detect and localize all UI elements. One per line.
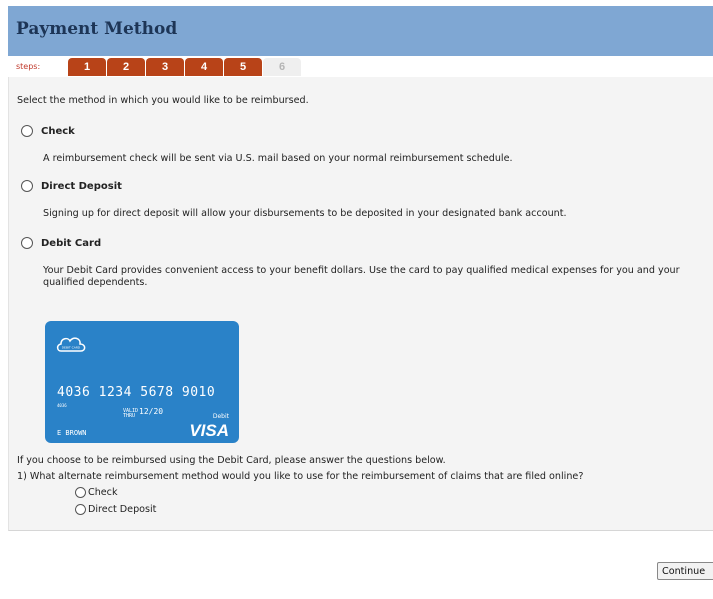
card-logo-text: DEBIT CARD [62, 346, 81, 350]
alt-check-radio[interactable] [75, 487, 86, 498]
alt-check-option[interactable]: Check [75, 487, 118, 498]
card-type: Debit [212, 413, 229, 420]
debit-card-description: Your Debit Card provides convenient acce… [43, 265, 680, 288]
visa-logo: VISA [189, 421, 229, 440]
check-description: A reimbursement check will be sent via U… [43, 153, 513, 164]
page-header: Payment Method [8, 6, 713, 56]
alt-check-label: Check [88, 487, 118, 498]
debit-card-label: Debit Card [41, 237, 102, 249]
step-3[interactable]: 3 [146, 58, 184, 76]
alt-direct-deposit-label: Direct Deposit [88, 504, 157, 515]
card-expiry: 12/20 [139, 407, 164, 416]
direct-deposit-description: Signing up for direct deposit will allow… [43, 208, 567, 219]
card-holder-name: E BROWN [57, 429, 87, 437]
payment-method-panel: Select the method in which you would lik… [8, 77, 713, 531]
debit-card-option[interactable]: Debit Card [21, 237, 101, 249]
direct-deposit-label: Direct Deposit [41, 180, 122, 192]
step-6: 6 [263, 58, 301, 76]
debit-card-image: DEBIT CARD 4036 1234 5678 9010 4036 VALI… [45, 321, 239, 443]
check-option[interactable]: Check [21, 125, 75, 137]
steps-bar: steps: 1 2 3 4 5 6 [8, 56, 713, 76]
step-1[interactable]: 1 [68, 58, 106, 76]
check-label: Check [41, 125, 75, 137]
continue-button[interactable]: Continue [657, 562, 713, 580]
debit-card-note: If you choose to be reimbursed using the… [17, 455, 446, 466]
page-title: Payment Method [16, 19, 178, 39]
card-valid-label: VALID THRU [123, 408, 139, 419]
intro-text: Select the method in which you would lik… [17, 95, 309, 106]
step-2[interactable]: 2 [107, 58, 145, 76]
steps-label: steps: [16, 62, 41, 71]
alternate-method-question: 1) What alternate reimbursement method w… [17, 471, 584, 482]
direct-deposit-option[interactable]: Direct Deposit [21, 180, 122, 192]
debit-card-radio[interactable] [21, 237, 33, 249]
card-number: 4036 1234 5678 9010 [57, 385, 216, 400]
check-radio[interactable] [21, 125, 33, 137]
direct-deposit-radio[interactable] [21, 180, 33, 192]
step-4[interactable]: 4 [185, 58, 223, 76]
alt-direct-deposit-option[interactable]: Direct Deposit [75, 504, 156, 515]
alt-direct-deposit-radio[interactable] [75, 504, 86, 515]
cloud-icon: DEBIT CARD [56, 337, 86, 352]
step-5[interactable]: 5 [224, 58, 262, 76]
card-small-number: 4036 [57, 403, 67, 408]
